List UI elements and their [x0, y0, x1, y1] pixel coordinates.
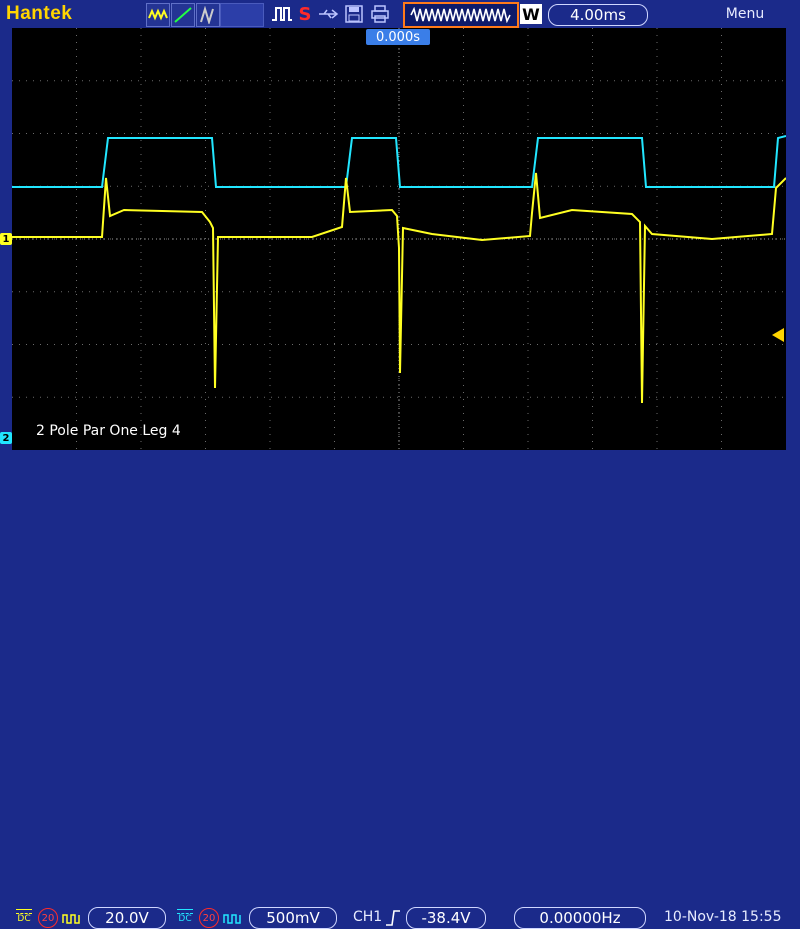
ch1-bw-limit[interactable]: 20 [38, 908, 58, 928]
trigger-position-readout[interactable]: 0.000s [366, 29, 430, 45]
waveform-screen [12, 28, 787, 450]
trigger-source[interactable]: CH1 [353, 909, 382, 925]
trigger-level-marker[interactable] [772, 328, 784, 342]
ch2-probe-icon[interactable] [223, 908, 243, 928]
stop-s-icon[interactable]: S [297, 4, 313, 25]
ch1-coupling-icon[interactable]: DC [14, 908, 34, 926]
menu-button[interactable]: Menu [700, 6, 790, 22]
ch2-coupling-icon[interactable]: DC [175, 908, 195, 926]
line-mode-icon[interactable] [171, 3, 195, 27]
ch2-bw-limit[interactable]: 20 [199, 908, 219, 928]
waveform-display [12, 28, 787, 450]
timebase-window-icon[interactable] [403, 2, 519, 28]
ch1-ground-marker[interactable]: 1 [0, 233, 12, 245]
top-toolbar: Hantek S W 4.00ms Menu [0, 0, 800, 28]
brand-logo: Hantek [6, 3, 73, 24]
ch1-coupling-label: DC [17, 914, 31, 924]
ch1-probe-icon[interactable] [62, 908, 82, 928]
bottom-status-bar: DC 20 20.0V DC 20 500mV CH1 -38.4V 0.000… [0, 452, 800, 929]
datetime: 10-Nov-18 15:55 [664, 909, 782, 925]
waveform-label: 2 Pole Par One Leg 4 [36, 423, 181, 439]
window-w-button[interactable]: W [520, 4, 542, 24]
ch2-ground-marker[interactable]: 2 [0, 432, 12, 444]
frequency-readout: 0.00000Hz [514, 907, 646, 929]
ch1-waveform [12, 172, 787, 404]
run-pulse-icon[interactable] [270, 4, 294, 24]
ch1-scale[interactable]: 20.0V [88, 907, 166, 929]
rising-edge-icon[interactable] [384, 908, 402, 928]
waveform-mode-icon[interactable] [146, 3, 170, 27]
print-icon[interactable] [370, 4, 390, 24]
save-icon[interactable] [344, 4, 364, 24]
persist-mode-icon[interactable] [196, 3, 220, 27]
ch2-coupling-label: DC [178, 914, 192, 924]
trigger-level[interactable]: -38.4V [406, 907, 486, 929]
timebase-display[interactable]: 4.00ms [548, 4, 648, 26]
status-box [220, 3, 264, 27]
ch2-scale[interactable]: 500mV [249, 907, 337, 929]
usb-icon [318, 4, 340, 24]
